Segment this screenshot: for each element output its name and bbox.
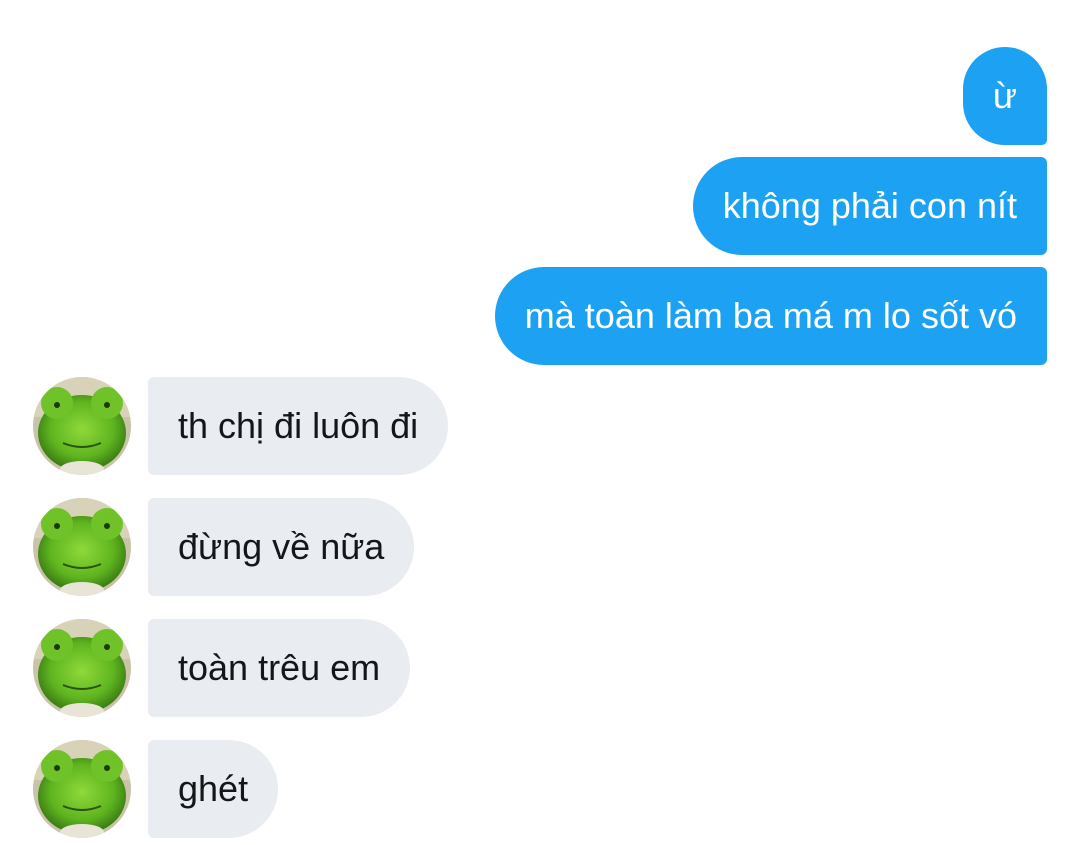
message-text: toàn trêu em [178, 647, 381, 688]
message-text: mà toàn làm ba má m lo sốt vó [524, 295, 1017, 336]
message-text: ừ [992, 75, 1017, 116]
green-frog-plush-avatar-icon[interactable] [33, 498, 131, 596]
message-text: không phải con nít [722, 185, 1017, 226]
outgoing-message-bubble[interactable]: ừ [962, 47, 1047, 145]
outgoing-message-bubble[interactable]: không phải con nít [692, 157, 1047, 255]
green-frog-plush-avatar-icon[interactable] [33, 377, 131, 475]
green-frog-plush-avatar-icon[interactable] [33, 740, 131, 838]
incoming-message-bubble[interactable]: toàn trêu em [148, 619, 411, 717]
message-text: đừng về nữa [178, 526, 385, 567]
message-text: th chị đi luôn đi [178, 405, 419, 446]
message-text: ghét [178, 768, 249, 809]
incoming-message-bubble[interactable]: ghét [148, 740, 279, 838]
incoming-message-bubble[interactable]: đừng về nữa [148, 498, 415, 596]
incoming-message-bubble[interactable]: th chị đi luôn đi [148, 377, 449, 475]
green-frog-plush-avatar-icon[interactable] [33, 619, 131, 717]
outgoing-message-bubble[interactable]: mà toàn làm ba má m lo sốt vó [494, 267, 1047, 365]
